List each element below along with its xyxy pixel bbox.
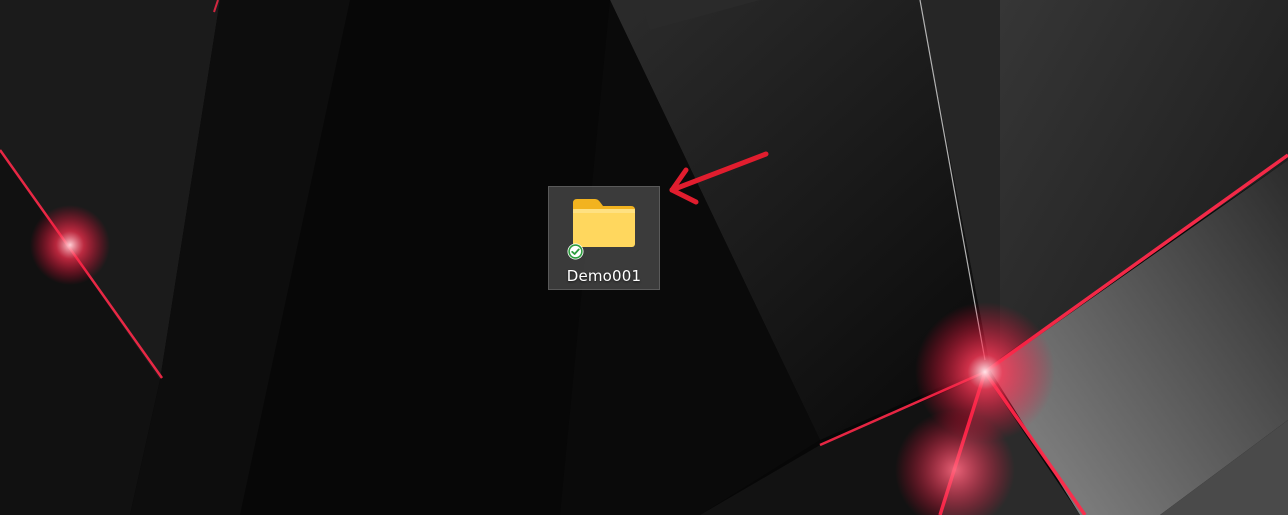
desktop: Demo001 [0, 0, 1288, 515]
sync-check-icon [567, 243, 584, 260]
desktop-icon-label: Demo001 [566, 267, 642, 285]
folder-icon [573, 199, 635, 247]
desktop-folder-demo001[interactable]: Demo001 [548, 186, 660, 290]
red-arrow-icon [669, 151, 769, 205]
